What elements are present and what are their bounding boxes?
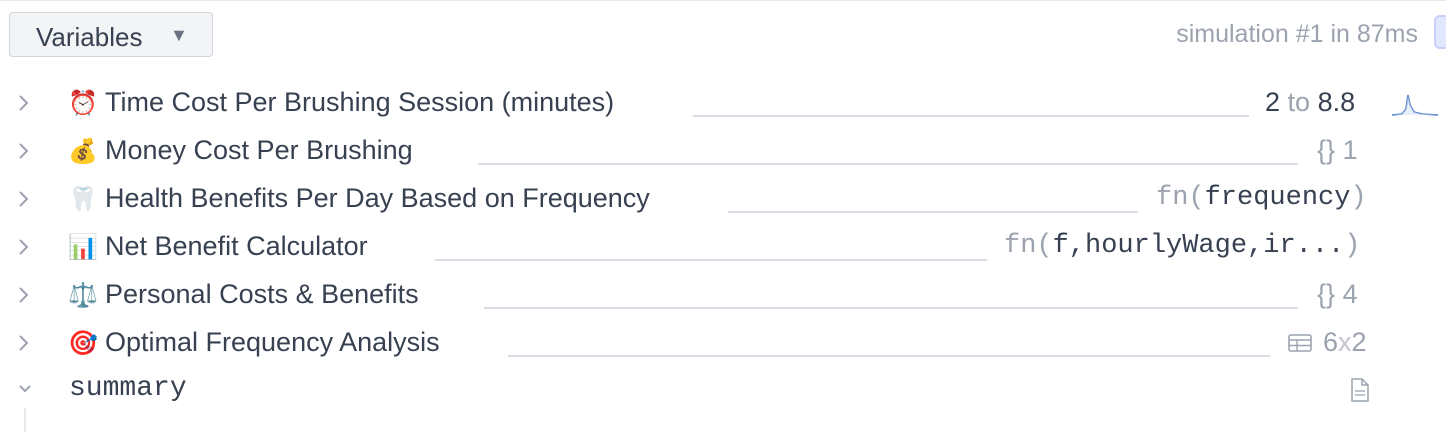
row-divider-line bbox=[435, 259, 987, 261]
dict-value: {} 4 bbox=[1317, 279, 1358, 310]
row-divider-line bbox=[508, 355, 1270, 357]
variable-row-net-benefit[interactable]: 📊 Net Benefit Calculator fn(f,hourlyWage… bbox=[0, 223, 1446, 271]
fn-suffix: ) bbox=[1344, 231, 1361, 261]
chevron-right-icon[interactable] bbox=[18, 93, 34, 113]
chevron-down-icon[interactable] bbox=[17, 383, 33, 403]
function-signature: fn(frequency) bbox=[1156, 183, 1367, 213]
range-from: 2 bbox=[1265, 87, 1281, 117]
variable-name[interactable]: Time Cost Per Brushing Session (minutes) bbox=[105, 87, 614, 118]
variables-dropdown-label: Variables bbox=[36, 22, 143, 52]
table-dimensions: 6x2 bbox=[1323, 327, 1367, 358]
fn-prefix: fn( bbox=[1156, 183, 1205, 213]
row-divider-line bbox=[728, 211, 1138, 213]
variable-name[interactable]: Net Benefit Calculator bbox=[105, 231, 368, 262]
range-connector: to bbox=[1287, 87, 1311, 117]
variable-row-money-cost[interactable]: 💰 Money Cost Per Brushing {} 1 bbox=[0, 127, 1446, 175]
variable-row-personal-costs[interactable]: ⚖️ Personal Costs & Benefits {} 4 bbox=[0, 271, 1446, 319]
simulation-status: simulation #1 in 87ms bbox=[1176, 20, 1418, 48]
variable-name[interactable]: Health Benefits Per Day Based on Frequen… bbox=[105, 183, 650, 214]
bar-chart-icon: 📊 bbox=[68, 233, 98, 261]
range-to: 8.8 bbox=[1317, 87, 1356, 117]
row-divider-line bbox=[693, 115, 1249, 117]
dict-value: {} 1 bbox=[1317, 135, 1358, 166]
variable-name[interactable]: summary bbox=[69, 373, 187, 404]
variable-row-optimal-frequency[interactable]: 🎯 Optimal Frequency Analysis 6x2 bbox=[0, 319, 1446, 367]
chevron-right-icon[interactable] bbox=[18, 285, 34, 305]
variables-dropdown-button[interactable]: Variables ▼ bbox=[9, 12, 213, 57]
chevron-right-icon[interactable] bbox=[18, 141, 34, 161]
chevron-right-icon[interactable] bbox=[18, 189, 34, 209]
variable-row-time-cost[interactable]: ⏰ Time Cost Per Brushing Session (minute… bbox=[0, 79, 1446, 127]
target-icon: 🎯 bbox=[68, 329, 98, 357]
fn-args: f,hourlyWage,ir... bbox=[1052, 231, 1345, 261]
alarm-clock-icon: ⏰ bbox=[68, 89, 98, 117]
chevron-right-icon[interactable] bbox=[18, 333, 34, 353]
row-divider-line bbox=[478, 163, 1298, 165]
dict-count: 1 bbox=[1342, 135, 1358, 165]
fn-prefix: fn( bbox=[1004, 231, 1053, 261]
variable-row-summary[interactable]: summary bbox=[0, 367, 1446, 415]
table-icon bbox=[1288, 333, 1312, 358]
distribution-sparkline-icon[interactable] bbox=[1391, 91, 1439, 122]
fn-args: frequency bbox=[1204, 183, 1351, 213]
document-icon bbox=[1350, 378, 1370, 407]
variable-name[interactable]: Optimal Frequency Analysis bbox=[105, 327, 440, 358]
expanded-tree-guide-line bbox=[24, 408, 26, 432]
variable-name[interactable]: Money Cost Per Brushing bbox=[105, 135, 413, 166]
chevron-right-icon[interactable] bbox=[18, 237, 34, 257]
panel-toggle-icon[interactable] bbox=[1434, 15, 1446, 49]
tooth-icon: 🦷 bbox=[68, 185, 98, 213]
money-bag-icon: 💰 bbox=[68, 137, 98, 165]
dict-braces: {} bbox=[1317, 279, 1336, 309]
balance-scale-icon: ⚖️ bbox=[68, 281, 98, 309]
table-cross: x bbox=[1338, 327, 1352, 357]
table-rows: 6 bbox=[1323, 327, 1339, 357]
row-divider-line bbox=[484, 307, 1298, 309]
variable-name[interactable]: Personal Costs & Benefits bbox=[105, 279, 419, 310]
range-value: 2 to 8.8 bbox=[1265, 87, 1355, 118]
top-divider bbox=[0, 0, 1446, 1]
dict-count: 4 bbox=[1342, 279, 1358, 309]
function-signature: fn(f,hourlyWage,ir...) bbox=[1004, 231, 1360, 261]
fn-suffix: ) bbox=[1350, 183, 1367, 213]
dict-braces: {} bbox=[1317, 135, 1336, 165]
triangle-down-icon: ▼ bbox=[170, 25, 188, 45]
variable-row-health-benefits[interactable]: 🦷 Health Benefits Per Day Based on Frequ… bbox=[0, 175, 1446, 223]
table-cols: 2 bbox=[1351, 327, 1367, 357]
